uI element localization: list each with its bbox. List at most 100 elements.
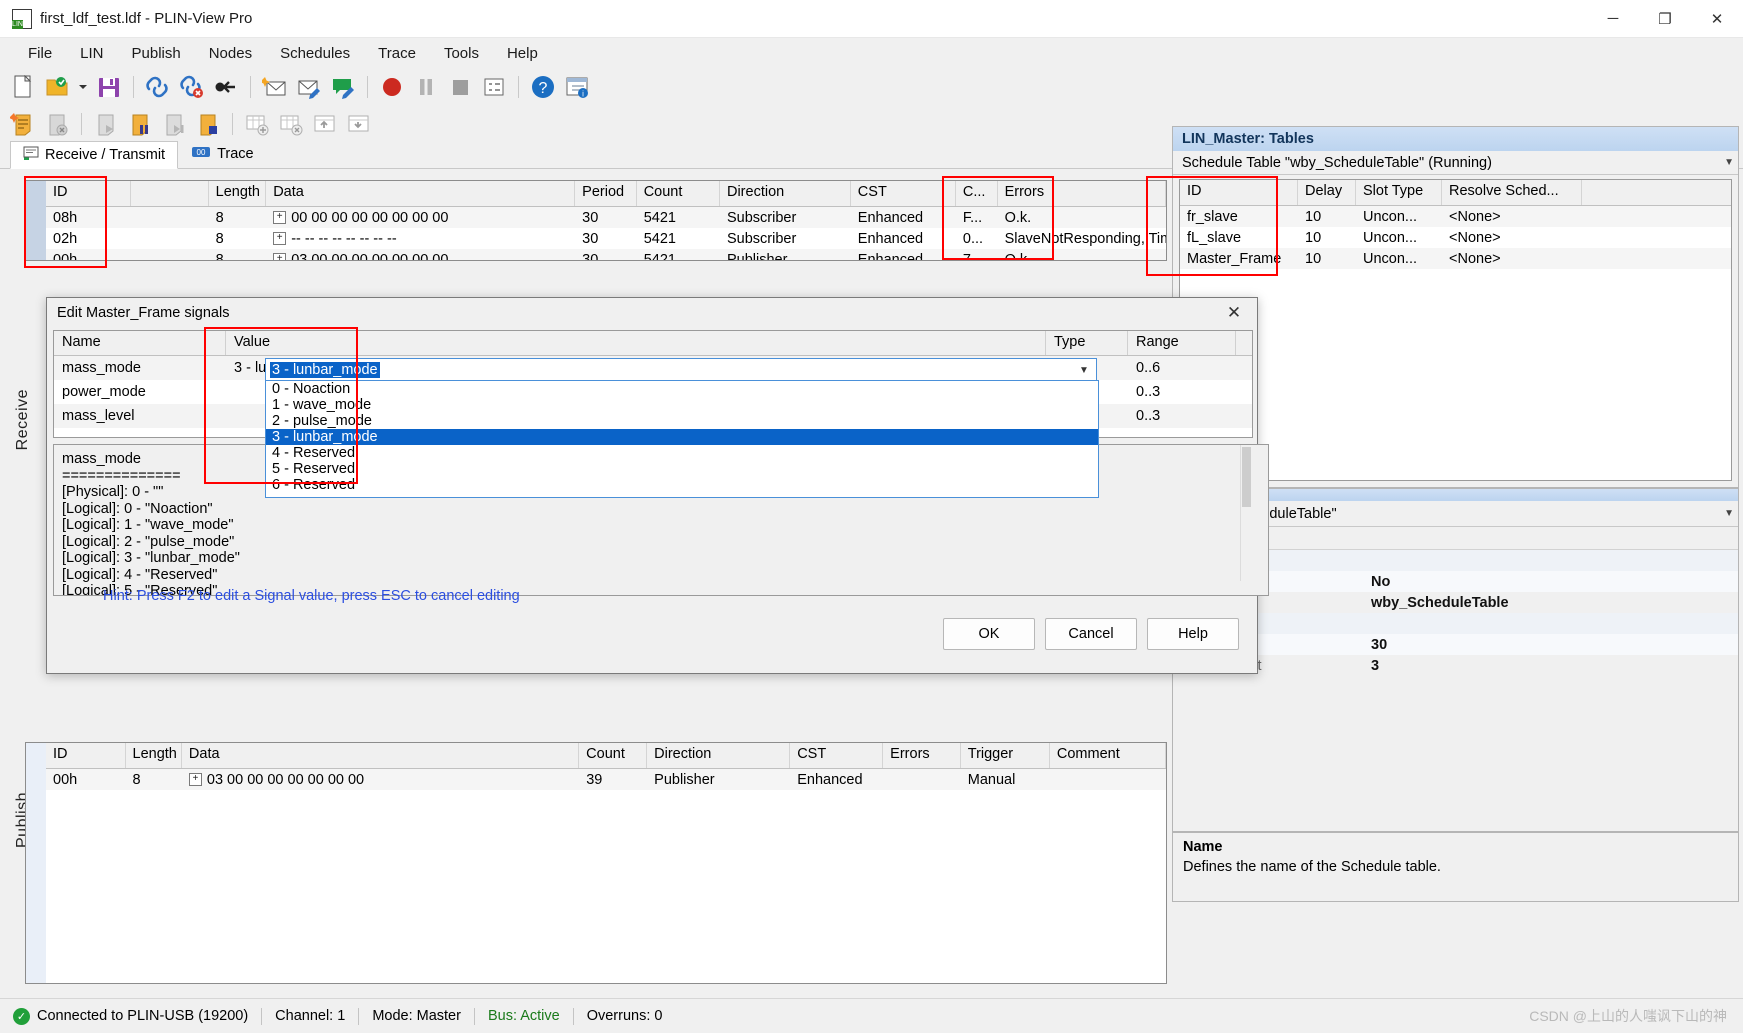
column-header[interactable]: Trigger	[961, 743, 1050, 768]
schedule-entries-grid[interactable]: ID Delay Slot Type Resolve Sched... fr_slav…	[1179, 179, 1732, 481]
tab-receive-transmit[interactable]: Receive / Transmit	[10, 141, 179, 169]
new-message-icon[interactable]	[260, 72, 290, 102]
column-header[interactable]: Slot Type	[1356, 180, 1442, 205]
column-header[interactable]: Errors	[998, 181, 1166, 206]
stop-icon[interactable]	[445, 72, 475, 102]
table-row[interactable]: 02h 8 + -- -- -- -- -- -- -- -- 30 5421 Subscr…	[46, 228, 1166, 249]
expand-icon[interactable]: +	[273, 253, 287, 260]
remove-row-icon[interactable]	[276, 109, 306, 139]
property-value[interactable]: No	[1363, 574, 1738, 590]
menu-help[interactable]: Help	[493, 41, 552, 66]
menu-nodes[interactable]: Nodes	[195, 41, 266, 66]
move-down-icon[interactable]	[344, 109, 374, 139]
column-header[interactable]: Value	[226, 331, 1046, 355]
signal-value-combo[interactable]: 3 - lunbar_mode ▼	[265, 358, 1097, 382]
menu-tools[interactable]: Tools	[430, 41, 493, 66]
minimize-button[interactable]: ─	[1587, 0, 1639, 37]
expand-icon[interactable]: +	[188, 773, 202, 787]
cancel-button[interactable]: Cancel	[1045, 618, 1137, 650]
column-header[interactable]: Resolve Sched...	[1442, 180, 1582, 205]
table-row[interactable]: 08h 8 +00 00 00 00 00 00 00 00 30 5421 Subscr…	[46, 207, 1166, 228]
expand-icon[interactable]: +	[273, 232, 287, 246]
table-row[interactable]: fL_slave 10 Uncon... <None>	[1180, 227, 1731, 248]
signal-value-dropdown[interactable]: 0 - Noaction 1 - wave_mode 2 - pulse_mode 3…	[265, 380, 1099, 498]
reset-icon[interactable]	[211, 72, 241, 102]
chevron-down-icon[interactable]: ▼	[1718, 508, 1734, 519]
move-up-icon[interactable]	[310, 109, 340, 139]
column-header[interactable]: Range	[1128, 331, 1236, 355]
chevron-down-icon[interactable]: ▼	[1072, 359, 1096, 381]
schedule-entries-body[interactable]: fr_slave 10 Uncon... <None> fL_slave 10 Uncon.…	[1180, 206, 1731, 269]
ok-button[interactable]: OK	[943, 618, 1035, 650]
property-value[interactable]: 3	[1363, 658, 1738, 674]
stop-schedule-icon[interactable]	[193, 109, 223, 139]
info-scrollbar[interactable]	[1240, 445, 1252, 581]
column-header[interactable]: Data	[182, 743, 580, 768]
column-header[interactable]: CST	[790, 743, 884, 768]
column-header[interactable]: Count	[579, 743, 648, 768]
column-header[interactable]: Data	[266, 181, 576, 206]
column-header[interactable]: Direction	[720, 181, 851, 206]
info-icon[interactable]: i	[562, 72, 592, 102]
step-schedule-icon[interactable]	[159, 109, 189, 139]
column-header[interactable]: CST	[851, 181, 956, 206]
column-header[interactable]: Period	[575, 181, 637, 206]
record-icon[interactable]	[377, 72, 407, 102]
column-header[interactable]: C...	[956, 181, 998, 206]
new-file-icon[interactable]	[8, 72, 38, 102]
column-header[interactable]: Comment	[1050, 743, 1166, 768]
receive-grid-body[interactable]: 08h 8 +00 00 00 00 00 00 00 00 30 5421 Subscr…	[46, 207, 1166, 260]
table-row[interactable]: 00h 8 +03 00 00 00 00 00 00 00 30 5421 Publis…	[46, 249, 1166, 260]
schedule-table-combo[interactable]: Schedule Table "wby_ScheduleTable" (Runn…	[1173, 151, 1738, 175]
write-message-icon[interactable]	[328, 72, 358, 102]
expand-icon[interactable]: +	[273, 211, 287, 225]
dropdown-option[interactable]: 0 - Noaction	[266, 381, 1098, 397]
connect-icon[interactable]	[143, 72, 173, 102]
column-header[interactable]	[131, 181, 209, 206]
maximize-button[interactable]: ❐	[1639, 0, 1691, 37]
tab-trace[interactable]: 00 Trace	[178, 140, 267, 168]
close-button[interactable]: ✕	[1691, 0, 1743, 37]
column-header[interactable]: Direction	[647, 743, 791, 768]
menu-file[interactable]: File	[14, 41, 66, 66]
property-value[interactable]: 30	[1363, 637, 1738, 653]
column-header[interactable]: Errors	[883, 743, 961, 768]
column-header[interactable]: Type	[1046, 331, 1128, 355]
delete-schedule-icon[interactable]	[42, 109, 72, 139]
dropdown-option[interactable]: 5 - Reserved	[266, 461, 1098, 477]
disconnect-icon[interactable]	[177, 72, 207, 102]
column-header[interactable]: ID	[1180, 180, 1298, 205]
table-row[interactable]: Master_Frame 10 Uncon... <None>	[1180, 248, 1731, 269]
menu-lin[interactable]: LIN	[66, 41, 117, 66]
table-row[interactable]: 00h 8 +03 00 00 00 00 00 00 00 39 Publisher E…	[46, 769, 1166, 790]
property-value[interactable]: wby_ScheduleTable	[1363, 595, 1738, 611]
properties-icon[interactable]	[479, 72, 509, 102]
dialog-close-button[interactable]: ✕	[1217, 300, 1251, 326]
menu-schedules[interactable]: Schedules	[266, 41, 364, 66]
dropdown-option[interactable]: 6 - Reserved	[266, 477, 1098, 493]
pause-icon[interactable]	[411, 72, 441, 102]
menu-trace[interactable]: Trace	[364, 41, 430, 66]
chevron-down-icon[interactable]: ▼	[1718, 157, 1734, 168]
pause-schedule-icon[interactable]	[125, 109, 155, 139]
receive-row-selector-strip[interactable]	[25, 180, 46, 261]
start-schedule-icon[interactable]	[91, 109, 121, 139]
column-header[interactable]: Name	[54, 331, 226, 355]
column-header[interactable]: Length	[209, 181, 267, 206]
help-button[interactable]: Help	[1147, 618, 1239, 650]
receive-grid[interactable]: ID Length Data Period Count Direction CST C... E…	[45, 180, 1167, 261]
publish-row-selector-strip[interactable]	[25, 742, 46, 984]
table-row[interactable]: fr_slave 10 Uncon... <None>	[1180, 206, 1731, 227]
save-icon[interactable]	[94, 72, 124, 102]
column-header[interactable]: ID	[46, 743, 126, 768]
dropdown-option[interactable]: 2 - pulse_mode	[266, 413, 1098, 429]
column-header[interactable]: Count	[637, 181, 720, 206]
add-row-icon[interactable]	[242, 109, 272, 139]
dropdown-option[interactable]: 3 - lunbar_mode	[266, 429, 1098, 445]
dropdown-option[interactable]: 1 - wave_mode	[266, 397, 1098, 413]
dropdown-option[interactable]: 4 - Reserved	[266, 445, 1098, 461]
open-dropdown-icon[interactable]	[76, 72, 90, 102]
help-icon[interactable]: ?	[528, 72, 558, 102]
publish-grid-body[interactable]: 00h 8 +03 00 00 00 00 00 00 00 39 Publisher E…	[46, 769, 1166, 790]
menu-publish[interactable]: Publish	[118, 41, 195, 66]
